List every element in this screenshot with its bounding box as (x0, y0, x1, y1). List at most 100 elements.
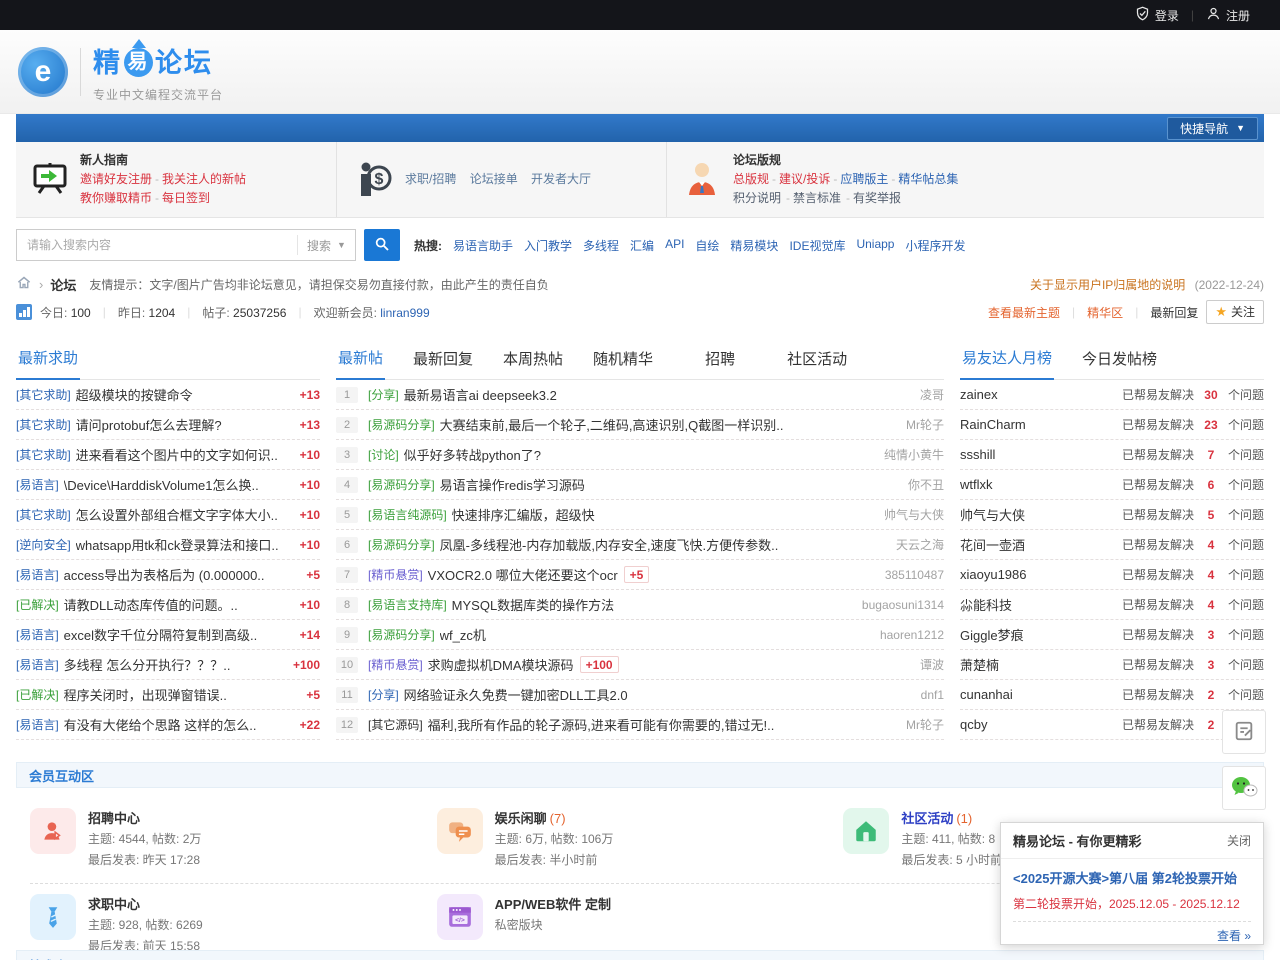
rank-username[interactable]: xiaoyu1986 (960, 567, 1027, 582)
post-list-item[interactable]: 11 [分享] 网络验证永久免费一键加密DLL工具2.0 dnf1 (336, 680, 944, 710)
tab-latest-replies[interactable]: 最新回复 (411, 348, 475, 379)
post-list-item[interactable]: 12 [其它源码] 福利,我所有作品的轮子源码,进来看可能有你需要的,错过无!.… (336, 710, 944, 740)
help-list-item[interactable]: [易语言] access导出为表格后为 (0.000000.. +5 (16, 560, 320, 590)
post-list-item[interactable]: 9 [易源码分享] wf_zc机 haoren1212 (336, 620, 944, 650)
popup-announcement-link[interactable]: <2025开源大赛>第八届 第2轮投票开始 (1013, 868, 1251, 887)
report-reward-link[interactable]: 有奖举报 (853, 191, 901, 205)
post-list-item[interactable]: 4 [易源码分享] 易语言操作redis学习源码 你不丑 (336, 470, 944, 500)
rank-username[interactable]: cunanhai (960, 687, 1013, 702)
tab-monthly-rank[interactable]: 易友达人月榜 (960, 347, 1054, 380)
site-logo[interactable]: e 精易论坛 专业中文编程交流平台 (18, 41, 223, 103)
rank-list-item[interactable]: cunanhai 已帮易友解决 2 个问题 (960, 680, 1264, 710)
rank-username[interactable]: 尛能科技 (960, 595, 1012, 614)
hot-search-link[interactable]: 汇编 (630, 237, 654, 254)
help-list-item[interactable]: [易语言] 多线程 怎么分开执行？？？.. +100 (16, 650, 320, 680)
daily-signin-link[interactable]: 每日签到 (162, 191, 210, 205)
rank-username[interactable]: zainex (960, 387, 998, 402)
post-list-item[interactable]: 10 [精币悬赏] 求购虚拟机DMA模块源码 +100 谭波 (336, 650, 944, 680)
rank-username[interactable]: wtflxk (960, 477, 993, 492)
forum-card-jobseek-center[interactable]: 求职中心 主题: 928, 帖数: 6269 最后发表: 前天 15:58 (30, 884, 437, 960)
suggest-complaint-link[interactable]: 建议/投诉 (779, 172, 830, 186)
popup-view-link[interactable]: 查看 » (1217, 929, 1251, 943)
help-list-item[interactable]: [易语言] 有没有大佬给个思路 这样的怎么.. +22 (16, 710, 320, 740)
quick-nav-button[interactable]: 快捷导航 ▼ (1167, 117, 1258, 140)
post-list-item[interactable]: 7 [精币悬赏] VXOCR2.0 哪位大佬还要这个ocr +5 3851104… (336, 560, 944, 590)
forum-card-chat[interactable]: 娱乐闲聊(7) 主题: 6万, 帖数: 106万 最后发表: 半小时前 (437, 798, 844, 883)
help-list-item[interactable]: [已解决] 程序关闭时，出现弹窗错误.. +5 (16, 680, 320, 710)
tab-latest-posts[interactable]: 最新帖 (336, 347, 385, 380)
hot-search-link[interactable]: API (665, 237, 684, 254)
general-rules-link[interactable]: 总版规 (733, 172, 769, 186)
rank-list-item[interactable]: RainCharm 已帮易友解决 23 个问题 (960, 410, 1264, 440)
rank-list-item[interactable]: 帅气与大侠 已帮易友解决 5 个问题 (960, 500, 1264, 530)
search-button[interactable] (364, 229, 400, 261)
register-button[interactable]: 注册 (1194, 6, 1262, 24)
rank-username[interactable]: Giggle梦痕 (960, 625, 1024, 644)
rank-username[interactable]: qcby (960, 717, 987, 732)
search-input[interactable] (17, 238, 297, 252)
hot-search-link[interactable]: 自绘 (695, 237, 719, 254)
forum-orders-link[interactable]: 论坛接单 (470, 172, 518, 186)
help-list-item[interactable]: [逆向安全] whatsapp用tk和ck登录算法和接口.. +10 (16, 530, 320, 560)
help-list-item[interactable]: [其它求助] 进来看看这个图片中的文字如何识.. +10 (16, 440, 320, 470)
latest-topics-link[interactable]: 查看最新主题 (988, 304, 1060, 321)
tab-random-digest[interactable]: 随机精华 (591, 348, 655, 379)
popup-close-button[interactable]: 关闭 (1227, 832, 1251, 849)
rank-username[interactable]: 萧楚楠 (960, 655, 999, 674)
rank-list-item[interactable]: Giggle梦痕 已帮易友解决 3 个问题 (960, 620, 1264, 650)
follow-button[interactable]: ★ 关注 (1206, 300, 1264, 324)
digest-collection-link[interactable]: 精华帖总集 (898, 172, 958, 186)
hot-search-link[interactable]: 易语言助手 (453, 237, 513, 254)
rank-list-item[interactable]: xiaoyu1986 已帮易友解决 4 个问题 (960, 560, 1264, 590)
rank-list-item[interactable]: wtflxk 已帮易友解决 6 个问题 (960, 470, 1264, 500)
forum-card-recruit-center[interactable]: 招聘中心 主题: 4544, 帖数: 2万 最后发表: 昨天 17:28 (30, 798, 437, 883)
hot-search-link[interactable]: 入门教学 (524, 237, 572, 254)
tab-latest-help[interactable]: 最新求助 (16, 347, 80, 380)
tab-community[interactable]: 社区活动 (785, 348, 849, 379)
rank-list-item[interactable]: qcby 已帮易友解决 2 个问题 (960, 710, 1264, 740)
post-list-item[interactable]: 1 [分享] 最新易语言ai deepseek3.2 凌哥 (336, 380, 944, 410)
rank-list-item[interactable]: zainex 已帮易友解决 30 个问题 (960, 380, 1264, 410)
rank-list-item[interactable]: ssshill 已帮易友解决 7 个问题 (960, 440, 1264, 470)
help-list-item[interactable]: [其它求助] 怎么设置外部组合框文字字体大小.. +10 (16, 500, 320, 530)
post-list-item[interactable]: 8 [易语言支持库] MYSQL数据库类的操作方法 bugaosuni1314 (336, 590, 944, 620)
post-list-item[interactable]: 5 [易语言纯源码] 快速排序汇编版，超级快 帅气与大侠 (336, 500, 944, 530)
latest-replies-link[interactable]: 最新回复 (1150, 304, 1198, 321)
followed-posts-link[interactable]: 我关注人的新帖 (162, 172, 246, 186)
home-icon[interactable] (16, 275, 32, 293)
rank-list-item[interactable]: 花间一壶酒 已帮易友解决 4 个问题 (960, 530, 1264, 560)
rank-list-item[interactable]: 尛能科技 已帮易友解决 4 个问题 (960, 590, 1264, 620)
hot-search-link[interactable]: 小程序开发 (905, 237, 965, 254)
hot-search-link[interactable]: Uniapp (856, 237, 894, 254)
tab-today-posts-rank[interactable]: 今日发帖榜 (1080, 348, 1159, 379)
post-list-item[interactable]: 6 [易源码分享] 凤凰-多线程池-内存加载版,内存安全,速度飞快.方便传参数.… (336, 530, 944, 560)
job-seek-link[interactable]: 求职/招聘 (405, 172, 456, 186)
apply-moderator-link[interactable]: 应聘版主 (840, 172, 888, 186)
help-list-item[interactable]: [其它求助] 请问protobuf怎么去理解? +13 (16, 410, 320, 440)
search-type-select[interactable]: 搜索 ▼ (297, 235, 355, 255)
hot-search-link[interactable]: 精易模块 (730, 237, 778, 254)
rank-username[interactable]: RainCharm (960, 417, 1026, 432)
rank-list-item[interactable]: 萧楚楠 已帮易友解决 3 个问题 (960, 650, 1264, 680)
help-list-item[interactable]: [其它求助] 超级模块的按键命令 +13 (16, 380, 320, 410)
earn-coins-link[interactable]: 教你赚取精币 (80, 191, 152, 205)
help-list-item[interactable]: [已解决] 请教DLL动态库传值的问题。.. +10 (16, 590, 320, 620)
login-button[interactable]: 登录 (1123, 6, 1191, 24)
developer-hall-link[interactable]: 开发者大厅 (531, 172, 591, 186)
ban-standard-link[interactable]: 禁言标准 (793, 191, 841, 205)
ip-notice-link[interactable]: 关于显示用户IP归属地的说明 (1030, 278, 1185, 292)
help-list-item[interactable]: [易语言] \Device\HarddiskVolume1怎么换.. +10 (16, 470, 320, 500)
breadcrumb-forum-link[interactable]: 论坛 (50, 275, 76, 294)
feedback-widget-button[interactable] (1222, 710, 1266, 754)
post-list-item[interactable]: 2 [易源码分享] 大赛结束前,最后一个轮子,二维码,高速识别,Q截图一样识别.… (336, 410, 944, 440)
tab-week-hot[interactable]: 本周热帖 (501, 348, 565, 379)
digest-area-link[interactable]: 精华区 (1087, 304, 1123, 321)
invite-friends-link[interactable]: 邀请好友注册 (80, 172, 152, 186)
rank-username[interactable]: ssshill (960, 447, 995, 462)
rank-username[interactable]: 花间一壶酒 (960, 535, 1025, 554)
new-member-link[interactable]: linran999 (380, 306, 429, 320)
tab-recruit[interactable]: 招聘 (703, 348, 737, 379)
rank-username[interactable]: 帅气与大侠 (960, 505, 1025, 524)
forum-card-app-custom[interactable]: </> APP/WEB软件 定制 私密版块 (437, 884, 844, 960)
help-list-item[interactable]: [易语言] excel数字千位分隔符复制到高级.. +14 (16, 620, 320, 650)
